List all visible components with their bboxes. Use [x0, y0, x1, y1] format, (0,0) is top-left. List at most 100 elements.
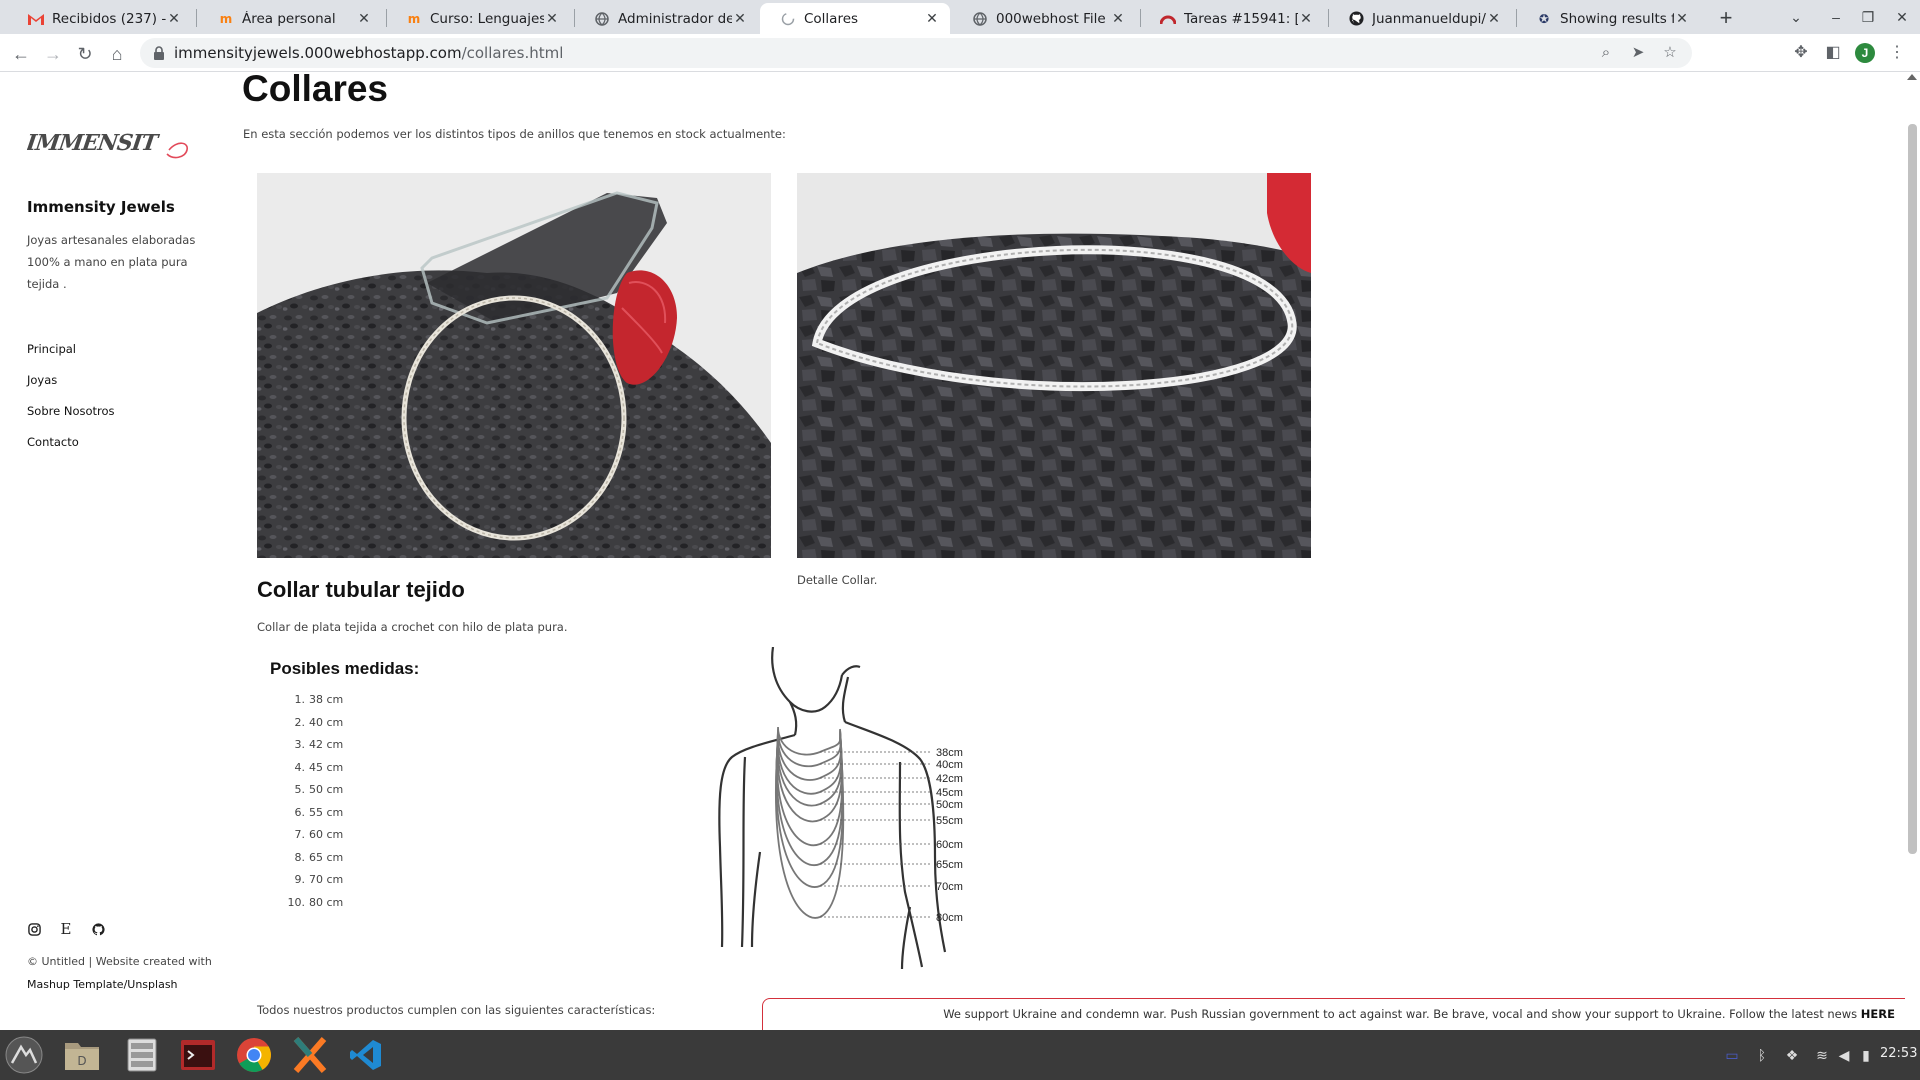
url-text[interactable]: immensityjewels.000webhostapp.com/collar…: [174, 44, 563, 62]
tray-app-icon[interactable]: ▭: [1722, 1045, 1742, 1065]
list-item: 10. 80 cm: [287, 895, 344, 909]
tab-title: 000webhost File Man: [996, 10, 1110, 27]
list-item: 1. 38 cm: [294, 693, 344, 706]
nav-joyas[interactable]: Joyas: [27, 373, 57, 387]
tab-administrador[interactable]: Administrador de arc ✕: [574, 3, 758, 34]
size-label: 42cm: [936, 773, 963, 785]
wifi-icon[interactable]: ≋: [1812, 1045, 1832, 1065]
moodle-icon: m: [407, 11, 421, 26]
tab-search-icon[interactable]: ⌄: [1780, 6, 1812, 28]
banner-link[interactable]: HERE: [1861, 1007, 1895, 1021]
chrome-icon[interactable]: [234, 1035, 274, 1075]
template-credit-link[interactable]: Mashup Template/Unsplash: [27, 973, 212, 996]
url-path: /collares.html: [461, 44, 564, 62]
size-value: 55 cm: [309, 805, 344, 819]
tab-collares[interactable]: Collares ✕: [760, 3, 950, 34]
profile-avatar[interactable]: J: [1855, 43, 1875, 63]
product-title: Collar tubular tejido: [257, 577, 465, 602]
clock[interactable]: 22:53: [1880, 1046, 1917, 1061]
files-icon[interactable]: D: [62, 1035, 102, 1075]
close-icon[interactable]: ✕: [544, 11, 560, 27]
size-value: 40 cm: [309, 715, 344, 729]
close-icon[interactable]: ✕: [1110, 11, 1126, 27]
tab-github[interactable]: Juanmanueldupi/Pro ✕: [1328, 3, 1512, 34]
file-manager-icon[interactable]: [122, 1035, 162, 1075]
scrollbar-thumb[interactable]: [1908, 124, 1917, 854]
home-icon[interactable]: ⌂: [104, 41, 130, 67]
sizes-list: 1. 38 cm 2. 40 cm 3. 42 cm 4. 45 cm 5. 50 cm …: [285, 689, 344, 914]
lock-icon[interactable]: [152, 45, 166, 61]
sizes-heading: Posibles medidas:: [270, 659, 420, 678]
banner-message: We support Ukraine and condemn war. Push…: [943, 1007, 1858, 1021]
site-title: Immensity Jewels: [27, 198, 175, 216]
tab-tareas[interactable]: Tareas #15941: [LM ✕: [1140, 3, 1324, 34]
features-text: Todos nuestros productos cumplen con las…: [257, 1003, 656, 1017]
list-item: 5. 50 cm: [294, 783, 344, 796]
menu-icon[interactable]: [4, 1035, 44, 1075]
close-icon[interactable]: ✕: [1674, 11, 1690, 27]
size-label: 60cm: [936, 839, 963, 851]
size-label: 65cm: [936, 859, 963, 871]
nav-sobre-nosotros[interactable]: Sobre Nosotros: [27, 404, 115, 418]
globe-icon: [972, 11, 988, 27]
tab-file-manager[interactable]: 000webhost File Man ✕: [952, 3, 1136, 34]
github-icon[interactable]: [91, 922, 105, 936]
battery-icon[interactable]: ▮: [1856, 1045, 1876, 1065]
bluetooth-icon[interactable]: ᛒ: [1752, 1045, 1772, 1065]
tab-curso[interactable]: m Curso: Lenguajes de ✕: [386, 3, 570, 34]
close-window-icon[interactable]: ✕: [1886, 6, 1918, 28]
new-tab-button[interactable]: +: [1712, 5, 1740, 31]
dropbox-icon[interactable]: ❖: [1782, 1045, 1802, 1065]
size-value: 70 cm: [309, 873, 344, 886]
back-icon[interactable]: ←: [8, 41, 34, 67]
page-title: Collares: [242, 72, 389, 109]
page-viewport: IMMENSIT Immensity Jewels Joyas artesana…: [0, 72, 1920, 1030]
terminal-icon[interactable]: [178, 1035, 218, 1075]
tab-title: Administrador de arc: [618, 10, 732, 27]
list-item: 4. 45 cm: [294, 760, 344, 774]
size-value: 42 cm: [309, 738, 344, 751]
photo-caption: Detalle Collar.: [797, 573, 878, 587]
vscode-icon[interactable]: [346, 1035, 386, 1075]
url-host: immensityjewels.000webhostapp.com: [174, 44, 462, 62]
nav-contacto[interactable]: Contacto: [27, 435, 79, 449]
tab-separator: [196, 9, 197, 27]
close-icon[interactable]: ✕: [166, 11, 182, 27]
page-scrollbar[interactable]: [1905, 72, 1920, 1030]
tab-area-personal[interactable]: m Área personal ✕: [198, 3, 382, 34]
tab-strip: Recibidos (237) - jua ✕ m Área personal …: [0, 0, 1920, 34]
size-value: 45 cm: [309, 760, 344, 774]
side-panel-icon[interactable]: ◧: [1822, 42, 1844, 64]
extensions-icon[interactable]: ✥: [1790, 42, 1812, 64]
list-item: 7. 60 cm: [294, 828, 344, 841]
close-icon[interactable]: ✕: [924, 11, 940, 27]
restore-icon[interactable]: ❐: [1852, 6, 1884, 28]
site-logo[interactable]: IMMENSIT: [27, 124, 192, 164]
bookmark-star-icon[interactable]: ☆: [1660, 43, 1680, 63]
redmine-icon: [1160, 11, 1176, 27]
size-label: 40cm: [936, 759, 963, 771]
close-icon[interactable]: ✕: [732, 11, 748, 27]
size-label: 50cm: [936, 799, 963, 811]
address-bar[interactable]: immensityjewels.000webhostapp.com/collar…: [140, 38, 1692, 68]
close-icon[interactable]: ✕: [356, 11, 372, 27]
tab-showing-results[interactable]: ✪ Showing results for ✕: [1516, 3, 1700, 34]
tab-gmail[interactable]: Recibidos (237) - jua ✕: [8, 3, 192, 34]
close-icon[interactable]: ✕: [1486, 11, 1502, 27]
scroll-up-arrow-icon[interactable]: [1907, 74, 1917, 80]
etsy-icon[interactable]: E: [59, 920, 73, 938]
close-icon[interactable]: ✕: [1298, 11, 1314, 27]
nav-principal[interactable]: Principal: [27, 342, 76, 356]
volume-icon[interactable]: ◀: [1834, 1045, 1854, 1065]
size-value: 60 cm: [309, 828, 344, 841]
zoom-icon[interactable]: ⌕: [1596, 43, 1616, 63]
forward-icon[interactable]: →: [40, 41, 66, 67]
size-label: 55cm: [936, 815, 963, 827]
size-label: 80cm: [936, 912, 963, 924]
xampp-icon[interactable]: [290, 1035, 330, 1075]
send-icon[interactable]: ➤: [1628, 43, 1648, 63]
reload-icon[interactable]: ↻: [72, 41, 98, 67]
minimize-icon[interactable]: –: [1820, 6, 1852, 28]
instagram-icon[interactable]: [27, 922, 41, 936]
menu-kebab-icon[interactable]: ⋮: [1886, 42, 1908, 64]
